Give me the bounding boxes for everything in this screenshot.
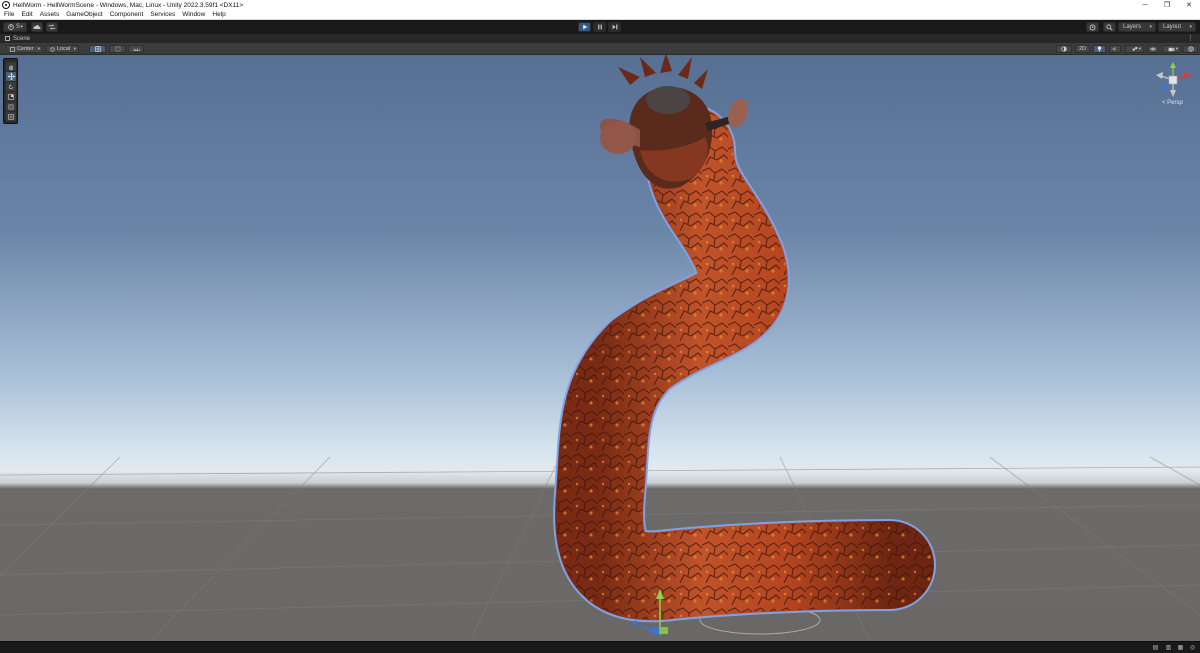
rect-tool-button[interactable] bbox=[6, 102, 16, 111]
account-label: S bbox=[16, 24, 21, 30]
main-toolbar: S ▾ Layers ▾ Layout ▾ bbox=[0, 20, 1200, 34]
transform-tool-button[interactable] bbox=[6, 112, 16, 121]
gizmos-dropdown[interactable] bbox=[1183, 45, 1198, 53]
speaker-muted-icon bbox=[1112, 46, 1116, 52]
search-icon bbox=[1106, 23, 1113, 31]
move-tool-button[interactable] bbox=[6, 72, 16, 81]
tab-scene[interactable]: Scene bbox=[2, 34, 46, 43]
local-space-icon bbox=[50, 46, 55, 52]
menu-help[interactable]: Help bbox=[212, 11, 225, 18]
scene-tab-label: Scene bbox=[13, 35, 31, 42]
panel-tab-strip: Scene ⋮ bbox=[0, 34, 1200, 43]
chevron-down-icon: ▾ bbox=[1189, 24, 1192, 30]
layers-dropdown[interactable]: Layers ▾ bbox=[1118, 22, 1156, 32]
view-tool-button[interactable] bbox=[6, 62, 16, 71]
menu-bar: File Edit Assets GameObject Component Se… bbox=[0, 10, 1200, 20]
chevron-down-icon: ▾ bbox=[37, 46, 40, 51]
cloud-button[interactable] bbox=[31, 22, 43, 32]
minimize-button[interactable]: ─ bbox=[1134, 0, 1156, 10]
panel-menu-icon[interactable]: ⋮ bbox=[1187, 34, 1194, 43]
grid-snap-dropdown[interactable] bbox=[89, 45, 106, 53]
menu-file[interactable]: File bbox=[4, 11, 14, 18]
undo-history-button[interactable] bbox=[1086, 22, 1099, 32]
hidden-objects-toggle[interactable] bbox=[1147, 45, 1159, 53]
play-button[interactable] bbox=[578, 22, 591, 32]
progress-check-icon[interactable]: ◎ bbox=[1189, 645, 1196, 651]
transform-icon bbox=[8, 113, 14, 120]
camera-settings-dropdown[interactable]: ▾ bbox=[1162, 45, 1181, 53]
effects-icon bbox=[1132, 46, 1137, 51]
tools-overlay bbox=[3, 58, 18, 124]
chevron-down-icon: ▾ bbox=[1138, 46, 1141, 51]
chevron-down-icon: ▾ bbox=[1175, 46, 1178, 51]
rect-transform-icon bbox=[8, 104, 14, 109]
effects-dropdown[interactable]: ▾ bbox=[1125, 45, 1144, 53]
menu-gameobject[interactable]: GameObject bbox=[66, 11, 103, 18]
layers-label: Layers bbox=[1123, 24, 1142, 30]
scale-icon bbox=[8, 93, 14, 100]
console-icon[interactable]: ▥ bbox=[1165, 645, 1172, 651]
toggle-2d-button[interactable]: 2D bbox=[1075, 45, 1090, 53]
mode-2d-label: 2D bbox=[1078, 46, 1087, 52]
pivot-mode-dropdown[interactable]: Center ▾ bbox=[6, 45, 43, 53]
layout-dropdown[interactable]: Layout ▾ bbox=[1158, 22, 1196, 32]
chevron-down-icon: ▾ bbox=[20, 24, 23, 30]
cloud-icon bbox=[33, 25, 41, 29]
move-arrows-icon bbox=[7, 73, 15, 80]
maximize-button[interactable]: ❐ bbox=[1156, 0, 1178, 10]
pause-icon bbox=[597, 24, 602, 30]
menu-window[interactable]: Window bbox=[182, 11, 205, 18]
camera-icon bbox=[1168, 47, 1175, 51]
shaded-sphere-icon bbox=[1061, 46, 1067, 52]
menu-edit[interactable]: Edit bbox=[21, 11, 32, 18]
history-icon bbox=[1089, 24, 1096, 30]
scene-view-toolbar: Center ▾ Local ▾ 2D ▾ ▾ bbox=[0, 43, 1200, 55]
grid-icon bbox=[94, 46, 101, 52]
scale-tool-button[interactable] bbox=[6, 92, 16, 101]
menu-services[interactable]: Services bbox=[150, 11, 175, 18]
menu-assets[interactable]: Assets bbox=[40, 11, 60, 18]
window-title-bar: HellWorm - HellWormScene - Windows, Mac,… bbox=[0, 0, 1200, 10]
menu-component[interactable]: Component bbox=[110, 11, 144, 18]
cache-server-icon[interactable]: ▦ bbox=[1177, 645, 1184, 651]
lightbulb-icon bbox=[1097, 46, 1102, 52]
gizmo-globe-icon bbox=[1187, 46, 1194, 52]
scene-render bbox=[0, 55, 1200, 641]
account-dropdown[interactable]: S ▾ bbox=[3, 22, 27, 32]
snap-increment-dropdown[interactable] bbox=[109, 45, 126, 53]
close-button[interactable]: ✕ bbox=[1178, 0, 1200, 10]
search-button[interactable] bbox=[1103, 22, 1116, 32]
pivot-space-label: Local bbox=[57, 46, 71, 52]
collab-button[interactable] bbox=[46, 22, 58, 32]
window-title: HellWorm - HellWormScene - Windows, Mac,… bbox=[13, 1, 244, 9]
increment-snap-button[interactable] bbox=[128, 45, 144, 53]
unity-logo-icon bbox=[2, 1, 10, 9]
audio-toggle[interactable] bbox=[1109, 45, 1121, 53]
chevron-down-icon: ▾ bbox=[73, 46, 76, 51]
ruler-icon bbox=[133, 48, 140, 52]
eye-icon bbox=[1150, 47, 1156, 51]
step-button[interactable] bbox=[608, 22, 621, 32]
layout-label: Layout bbox=[1163, 24, 1182, 30]
rotate-icon bbox=[8, 83, 14, 89]
lighting-toggle[interactable] bbox=[1093, 45, 1106, 53]
play-icon bbox=[582, 24, 587, 30]
lighting-bake-icon[interactable]: ▤ bbox=[1152, 645, 1159, 651]
pivot-icon bbox=[10, 46, 15, 52]
pause-button[interactable] bbox=[593, 22, 606, 32]
status-bar: ▤ ▥ ▦ ◎ bbox=[0, 641, 1200, 653]
scene-viewport[interactable] bbox=[0, 55, 1200, 641]
draw-mode-dropdown[interactable] bbox=[1056, 45, 1072, 53]
snap-icon bbox=[115, 46, 120, 52]
projection-label[interactable]: < Persp bbox=[1162, 100, 1183, 106]
chevron-down-icon: ▾ bbox=[1149, 24, 1152, 30]
collab-icon bbox=[48, 24, 56, 30]
step-icon bbox=[612, 24, 617, 30]
rotate-tool-button[interactable] bbox=[6, 82, 16, 91]
account-icon bbox=[8, 24, 14, 30]
scene-icon bbox=[5, 36, 10, 41]
hand-icon bbox=[9, 64, 13, 70]
pivot-mode-label: Center bbox=[17, 46, 34, 52]
pivot-space-dropdown[interactable]: Local ▾ bbox=[46, 45, 79, 53]
